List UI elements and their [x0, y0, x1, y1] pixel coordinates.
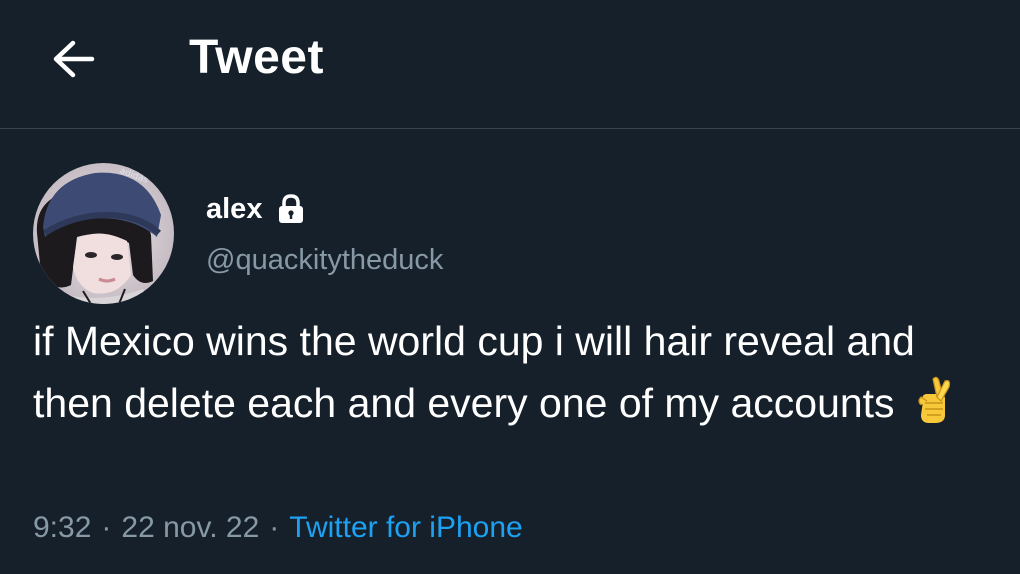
- separator-dot: ·: [269, 511, 280, 544]
- avatar-image: [33, 163, 174, 304]
- lock-icon: [276, 193, 306, 225]
- tweet-time[interactable]: 9:32: [33, 511, 91, 544]
- tweet-source-link[interactable]: Twitter for iPhone: [289, 511, 522, 544]
- tweet-metadata: 9:32 · 22 nov. 22 · Twitter for iPhone: [33, 508, 523, 548]
- tweet-date[interactable]: 22 nov. 22: [121, 511, 259, 544]
- tweet-text: if Mexico wins the world cup i will hair…: [33, 310, 993, 434]
- separator-dot: ·: [101, 511, 112, 544]
- back-button[interactable]: [42, 28, 104, 90]
- tweet-body: if Mexico wins the world cup i will hair…: [33, 318, 927, 426]
- author-name-row[interactable]: alex: [206, 190, 306, 228]
- page-title: Tweet: [189, 31, 324, 84]
- top-bar: Tweet: [0, 0, 1020, 129]
- crossed-fingers-icon: [915, 375, 959, 425]
- author-handle[interactable]: @quackitytheduck: [206, 242, 443, 278]
- avatar[interactable]: adidas: [33, 163, 174, 304]
- arrow-left-icon: [53, 40, 95, 78]
- display-name: alex: [206, 193, 263, 225]
